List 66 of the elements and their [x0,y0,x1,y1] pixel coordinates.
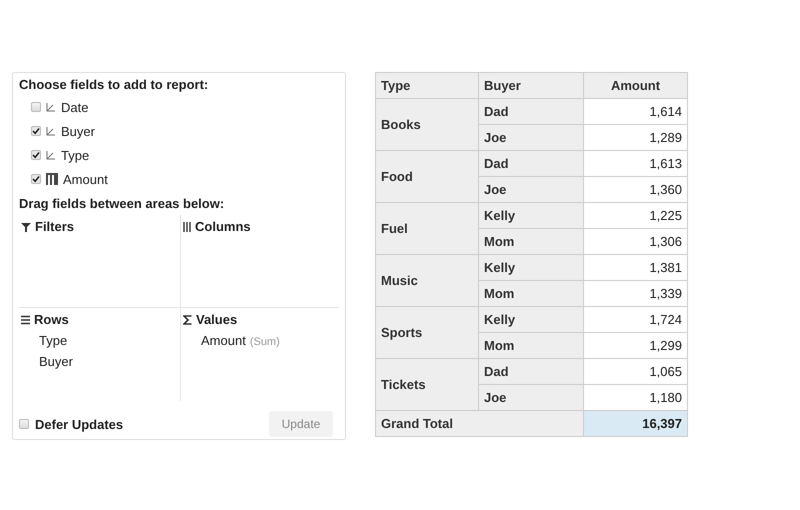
row-header: Books [376,98,478,150]
table-cell: 1,360 [584,176,688,202]
row-header: Fuel [376,202,478,254]
area-title: Columns [195,219,251,234]
row-header: Joe [478,384,584,410]
column-header[interactable]: Amount [584,72,688,98]
field-label[interactable]: Buyer [61,124,95,138]
field-label[interactable]: Amount [63,172,108,186]
filter-icon [21,222,31,232]
angle-icon [46,102,56,112]
row-header: Kelly [478,306,584,332]
column-header[interactable]: Buyer [478,72,584,98]
check-icon [32,151,40,159]
area-title: Rows [34,312,69,327]
defer-updates-label[interactable]: Defer Updates [35,416,124,432]
row-header: Kelly [478,254,584,280]
row-header: Kelly [478,202,584,228]
table-cell: 1,614 [584,98,688,124]
sigma-icon [183,314,192,324]
table-cell: 1,306 [584,228,688,254]
grand-total-cell[interactable]: 16,397 [584,410,688,436]
area-title: Filters [35,219,74,234]
row-header: Sports [376,306,478,358]
columns-icon [183,222,191,232]
area-field[interactable]: Amount [201,333,246,348]
bar-chart-icon [46,173,58,185]
areas-heading: Drag fields between areas below: [19,196,226,211]
row-header: Tickets [376,358,478,410]
row-header: Joe [478,124,584,150]
table-cell: 1,289 [584,124,688,150]
column-header[interactable]: Type [376,72,478,98]
area-title: Values [196,312,238,327]
row-header: Mom [478,228,584,254]
panel-heading: Choose fields to add to report: [19,77,210,92]
row-header: Mom [478,280,584,306]
angle-icon [46,126,56,136]
row-header: Music [376,254,478,306]
table-cell: 1,225 [584,202,688,228]
checkbox[interactable] [31,126,41,136]
check-icon [32,175,40,183]
rows-icon [21,314,30,324]
checkbox[interactable] [31,174,41,184]
row-header: Food [376,150,478,202]
table-cell: 1,381 [584,254,688,280]
area-field[interactable]: Type [39,333,68,348]
checkbox[interactable] [31,102,41,112]
field-label[interactable]: Date [61,100,88,114]
table-cell: 1,180 [584,384,688,410]
field-label[interactable]: Type [61,148,90,162]
table-cell: 1,299 [584,332,688,358]
checkbox[interactable] [19,419,29,429]
aggregate-label: (Sum) [250,336,280,348]
table-cell: 1,339 [584,280,688,306]
check-icon [32,127,40,135]
row-header: Mom [478,332,584,358]
row-header: Dad [478,150,584,176]
table-cell: 1,724 [584,306,688,332]
grand-total-label: Grand Total [376,410,584,436]
area-field[interactable]: Buyer [39,354,73,369]
checkbox[interactable] [31,150,41,160]
table-cell: 1,613 [584,150,688,176]
row-header: Joe [478,176,584,202]
row-header: Dad [478,98,584,124]
table-cell: 1,065 [584,358,688,384]
row-header: Dad [478,358,584,384]
angle-icon [46,150,56,160]
